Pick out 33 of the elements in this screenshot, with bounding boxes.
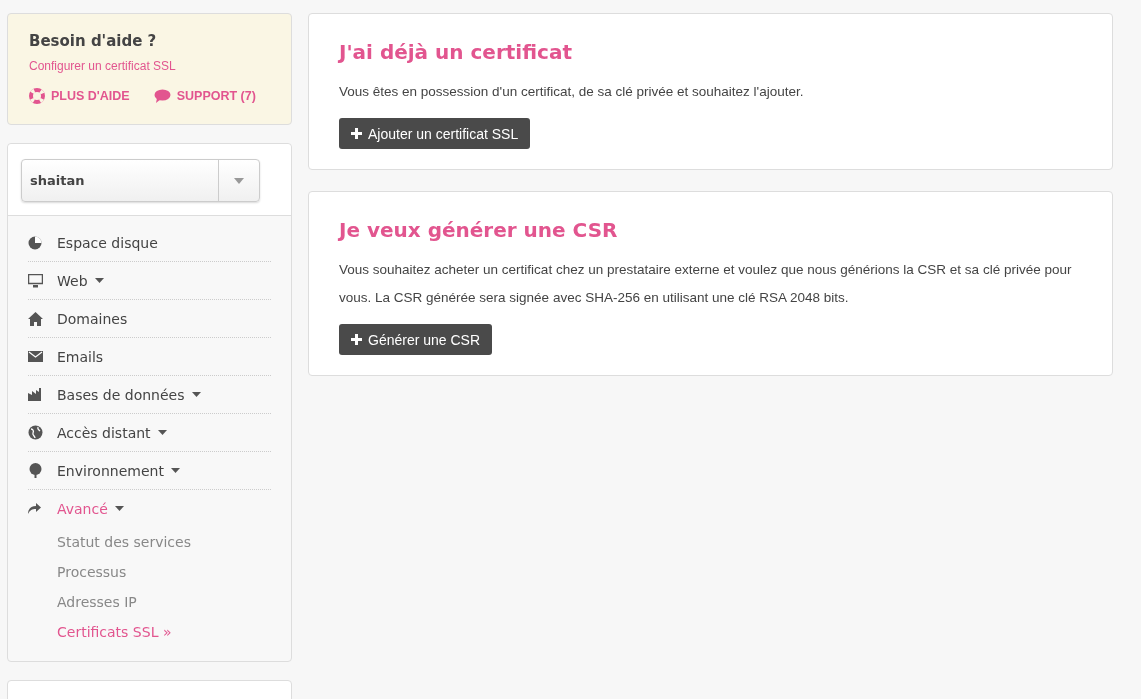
help-title: Besoin d'aide ? bbox=[29, 32, 158, 50]
plus-icon bbox=[351, 128, 362, 139]
tree-icon bbox=[28, 463, 43, 478]
pie-chart-icon bbox=[28, 235, 42, 250]
card-text: Vous êtes en possession d'un certificat, de sa clé privée et souhaitez l'ajouter. bbox=[339, 83, 805, 101]
card-title: J'ai déjà un certificat bbox=[339, 40, 573, 64]
menu-item[interactable]: Environnement bbox=[28, 452, 271, 490]
generate-csr-button[interactable]: Générer une CSR bbox=[339, 324, 493, 355]
menu-item[interactable]: Emails bbox=[28, 338, 271, 376]
share-arrow-icon bbox=[28, 503, 41, 514]
caret-icon bbox=[191, 392, 201, 397]
menu-item[interactable]: Bases de données bbox=[28, 376, 271, 414]
house-icon bbox=[28, 311, 43, 326]
caret-icon bbox=[157, 430, 167, 435]
menu-item[interactable]: Espace disque bbox=[28, 224, 271, 262]
menu-item[interactable]: Web bbox=[28, 262, 271, 300]
account-select[interactable]: shaitan bbox=[21, 159, 260, 202]
card-title: Je veux générer une CSR bbox=[339, 218, 619, 242]
plus-icon bbox=[351, 334, 362, 345]
caret-icon bbox=[114, 506, 124, 511]
speech-bubble-icon bbox=[153, 88, 171, 104]
envelope-icon bbox=[28, 351, 43, 362]
caret-icon bbox=[170, 468, 180, 473]
menu-item[interactable]: Domaines bbox=[28, 300, 271, 338]
add-certificate-button[interactable]: Ajouter un certificat SSL bbox=[339, 118, 531, 149]
card-text: Vous souhaitez acheter un certificat chez un prestataire externe et voulez que nous générions la CSR et sa clé privée pour vous. La CSR générée sera signée avec SHA-256 en utilisant une clé RSA 2048 bits. bbox=[339, 261, 1073, 307]
factory-icon bbox=[28, 388, 43, 401]
caret-icon bbox=[234, 177, 244, 184]
monitor-icon bbox=[28, 273, 43, 288]
caret-icon bbox=[94, 278, 104, 283]
globe-icon bbox=[28, 425, 43, 440]
lifebuoy-icon bbox=[29, 88, 45, 104]
menu-item[interactable]: Accès distant bbox=[28, 414, 271, 452]
